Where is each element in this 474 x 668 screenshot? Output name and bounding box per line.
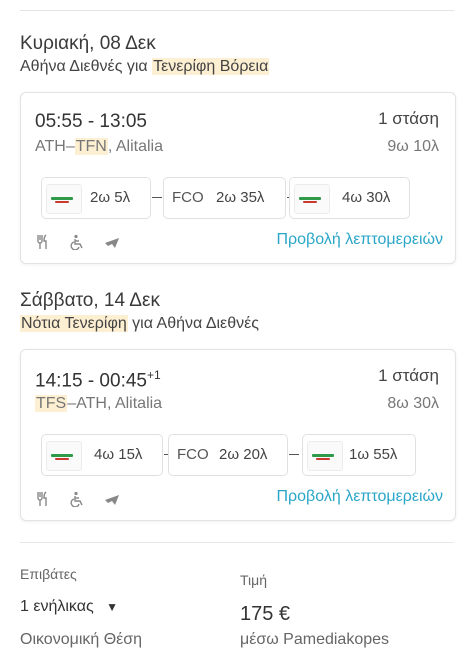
inbound-airline: , Alitalia [106, 395, 163, 412]
outbound-layover[interactable]: FCO 2ω 35λ [163, 177, 286, 219]
layover-airport: FCO [172, 189, 204, 206]
passengers-value: 1 ενήλικας [20, 598, 94, 615]
inbound-route-suffix: για Αθήνα Διεθνές [127, 315, 259, 332]
meal-icon [35, 234, 51, 250]
outbound-code-to: TFN [74, 138, 108, 155]
segment-connector [152, 197, 162, 198]
passengers-label: Επιβάτες [20, 566, 77, 582]
airline-logo-icon [46, 441, 82, 471]
accessibility-icon [69, 491, 85, 508]
outbound-amenities [35, 234, 134, 255]
outbound-route: Αθήνα Διεθνές για Τενερίφη Βόρεια [20, 58, 270, 76]
outbound-code-from: ATH– [35, 138, 75, 155]
outbound-route-prefix: Αθήνα Διεθνές για [20, 58, 153, 75]
top-divider [20, 10, 454, 11]
segment-connector [289, 454, 299, 455]
inbound-flight-card[interactable]: 14:15 - 00:45+1 1 στάση TFS–ATH, Alitali… [20, 349, 456, 521]
inbound-segment-2[interactable]: 1ω 55λ [302, 434, 416, 476]
day-offset: +1 [146, 368, 161, 382]
inbound-code-to: –ATH [67, 395, 107, 412]
inbound-airports: TFS–ATH, Alitalia [35, 395, 162, 413]
outbound-stops: 1 στάση [378, 109, 439, 128]
cabin-class: Οικονομική Θέση [20, 631, 143, 648]
price-value: 175 € [240, 603, 291, 625]
outbound-flight-card[interactable]: 05:55 - 13:05 1 στάση ATH–TFN, Alitalia … [20, 92, 456, 264]
layover-airport: FCO [177, 446, 209, 463]
inbound-amenities [35, 491, 134, 512]
layover-duration: 2ω 35λ [216, 189, 265, 206]
inbound-date: Σάββατο, 14 Δεκ [20, 290, 160, 311]
outbound-segment-1[interactable]: 2ω 5λ [41, 177, 151, 219]
inbound-duration: 8ω 30λ [387, 395, 439, 412]
provider-name: μέσω Pamediakopes [240, 631, 390, 648]
flight-icon [104, 491, 120, 507]
inbound-route-origin: Νότια Τενερίφη [20, 315, 128, 332]
outbound-route-destination: Τενερίφη Βόρεια [152, 58, 270, 75]
segment-duration: 4ω 15λ [94, 446, 143, 463]
layover-duration: 2ω 20λ [219, 446, 268, 463]
passengers-select[interactable]: 1 ενήλικας ▼ [20, 598, 118, 616]
outbound-segment-2[interactable]: 4ω 30λ [289, 177, 410, 219]
inbound-details-link[interactable]: Προβολή λεπτομερειών [277, 488, 444, 506]
meal-icon [35, 491, 51, 507]
inbound-layover[interactable]: FCO 2ω 20λ [168, 434, 288, 476]
flight-icon [104, 234, 120, 250]
outbound-times: 05:55 - 13:05 [35, 111, 147, 132]
segment-duration: 2ω 5λ [90, 189, 131, 206]
segment-duration: 1ω 55λ [349, 446, 398, 463]
accessibility-icon [69, 234, 85, 251]
airline-logo-icon [46, 184, 82, 214]
airline-logo-icon [294, 184, 330, 214]
inbound-segment-1[interactable]: 4ω 15λ [41, 434, 163, 476]
inbound-times-value: 14:15 - 00:45 [35, 370, 147, 392]
inbound-stops: 1 στάση [378, 366, 439, 385]
summary-divider [20, 542, 454, 543]
inbound-route: Νότια Τενερίφη για Αθήνα Διεθνές [20, 315, 259, 333]
price-label: Τιμή [240, 572, 267, 588]
outbound-date: Κυριακή, 08 Δεκ [20, 33, 156, 54]
outbound-airline: , Alitalia [107, 138, 163, 155]
outbound-details-link[interactable]: Προβολή λεπτομερειών [277, 231, 444, 249]
outbound-airports: ATH–TFN, Alitalia [35, 138, 163, 156]
outbound-duration: 9ω 10λ [387, 138, 439, 155]
inbound-code-from: TFS [35, 395, 68, 412]
airline-logo-icon [307, 441, 343, 471]
segment-duration: 4ω 30λ [342, 189, 391, 206]
chevron-down-icon: ▼ [106, 600, 119, 614]
inbound-times: 14:15 - 00:45+1 [35, 368, 161, 392]
